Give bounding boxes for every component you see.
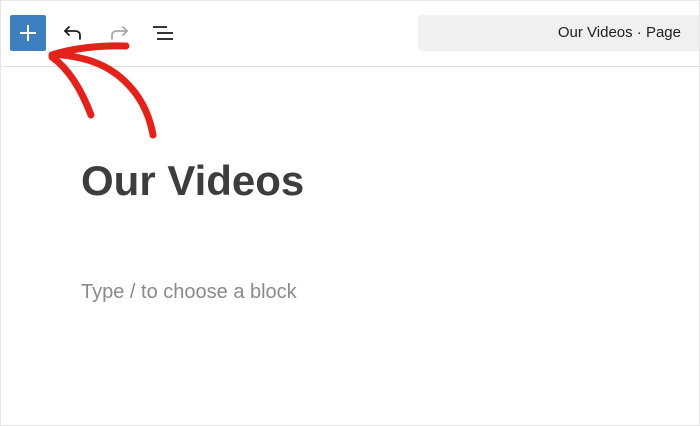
document-title: Our Videos · Page: [557, 24, 681, 41]
block-placeholder[interactable]: Type / to choose a block: [81, 279, 297, 305]
redo-icon: [111, 26, 128, 40]
editor-window: Our Videos · Page Our Videos Type / to c…: [0, 0, 700, 426]
document-overview-button[interactable]: [149, 19, 177, 47]
page-title[interactable]: Our Videos: [81, 153, 304, 209]
redo-button[interactable]: [105, 19, 133, 47]
undo-icon: [64, 26, 81, 40]
list-view-icon: [153, 26, 173, 40]
block-inserter-button[interactable]: [10, 15, 46, 51]
document-bar[interactable]: Our Videos · Page: [418, 15, 699, 51]
plus-icon: [20, 25, 36, 41]
undo-button[interactable]: [59, 19, 87, 47]
editor-toolbar: Our Videos · Page: [1, 1, 699, 67]
